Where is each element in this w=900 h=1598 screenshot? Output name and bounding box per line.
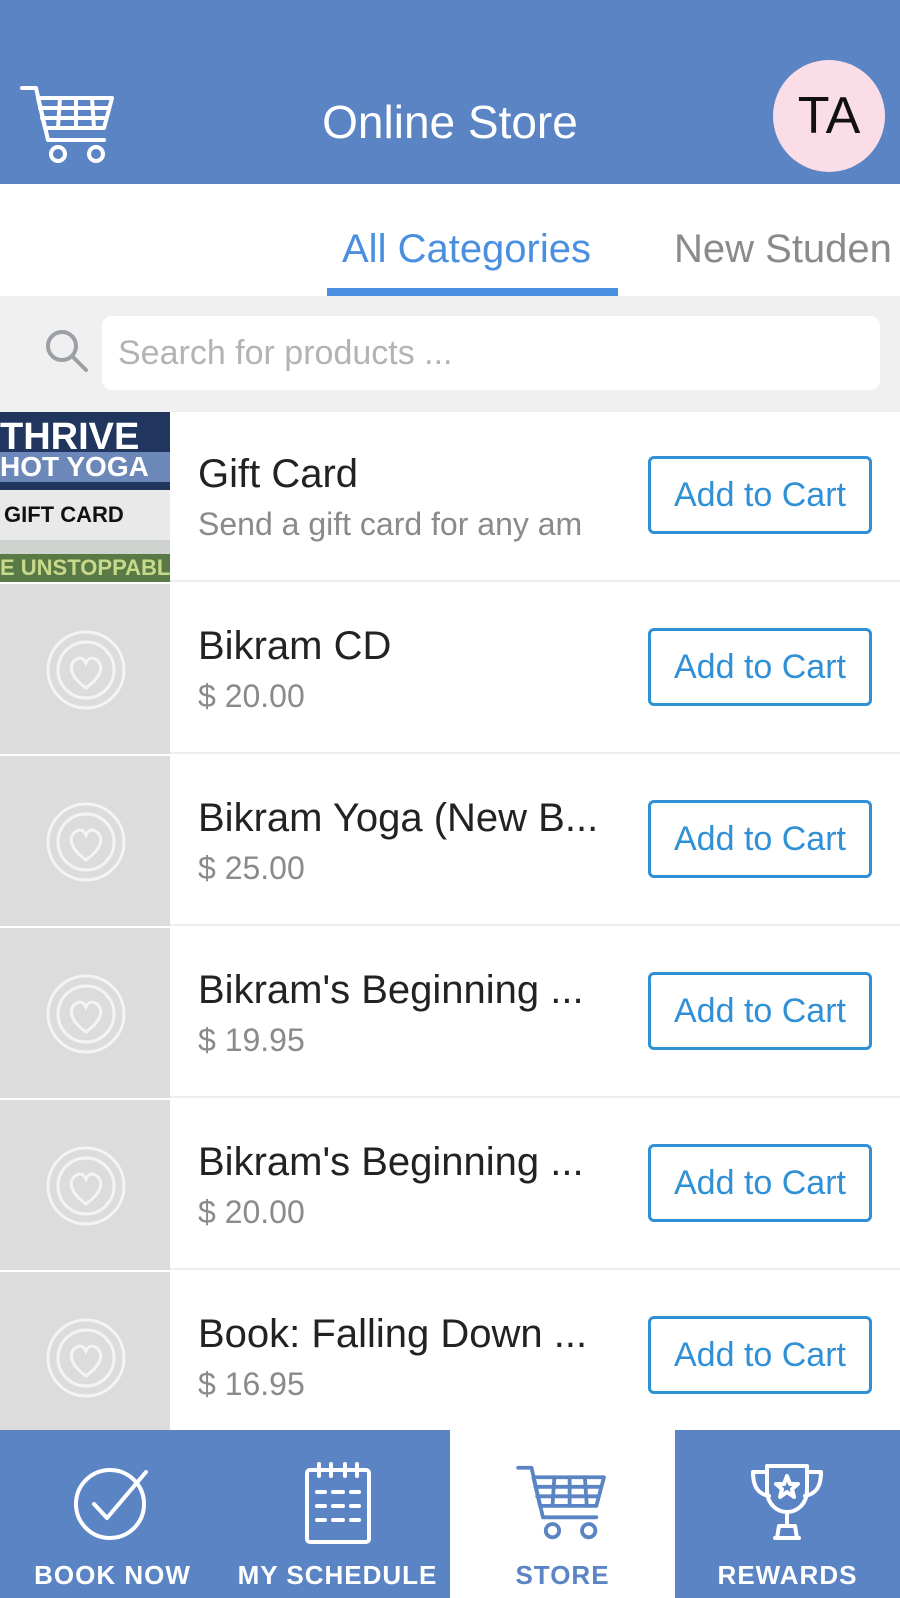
nav-store[interactable]: STORE: [450, 1430, 675, 1598]
app-header: Online Store TA: [0, 0, 900, 184]
product-thumbnail: [0, 584, 170, 754]
product-row-gift-card: THRIVE HOT YOGA GIFT CARD E UNSTOPPABL G…: [0, 412, 900, 582]
nav-label: STORE: [515, 1560, 610, 1590]
page-title: Online Store: [322, 96, 578, 148]
nav-label: MY SCHEDULE: [237, 1560, 438, 1590]
product-title: Bikram Yoga (New B...: [198, 796, 599, 840]
calendar-icon: [305, 1462, 371, 1544]
product-thumbnail: [0, 756, 170, 926]
product-title: Gift Card: [198, 452, 359, 496]
cart-icon: [516, 1465, 606, 1540]
lotus-placeholder-icon: [46, 630, 126, 710]
check-circle-icon: [74, 1468, 148, 1540]
avatar[interactable]: TA: [773, 60, 885, 172]
nav-book-now[interactable]: BOOK NOW: [0, 1430, 225, 1598]
product-price: $ 16.95: [198, 1366, 305, 1402]
product-thumbnail: [0, 928, 170, 1098]
product-row: Book: Falling Down ... $ 16.95 Add to Ca…: [0, 1272, 900, 1430]
search-input[interactable]: Search for products ...: [102, 316, 880, 390]
nav-label: REWARDS: [717, 1560, 858, 1590]
lotus-placeholder-icon: [46, 1318, 126, 1398]
product-price: $ 20.00: [198, 1194, 305, 1230]
product-title: Bikram CD: [198, 624, 392, 668]
product-thumbnail: [0, 1100, 170, 1270]
product-row: Bikram's Beginning ... $ 19.95 Add to Ca…: [0, 928, 900, 1098]
product-title: Bikram's Beginning ...: [198, 968, 584, 1012]
product-thumbnail: [0, 1272, 170, 1430]
gift-card-image: THRIVE HOT YOGA GIFT CARD E UNSTOPPABL: [0, 412, 170, 582]
nav-my-schedule[interactable]: MY SCHEDULE: [225, 1430, 450, 1598]
product-row: Bikram Yoga (New B... $ 25.00 Add to Car…: [0, 756, 900, 926]
search-icon: [42, 326, 94, 378]
category-tabs: All Categories New Studen: [0, 184, 900, 296]
add-to-cart-button[interactable]: Add to Cart: [648, 800, 872, 878]
lotus-placeholder-icon: [46, 1146, 126, 1226]
add-to-cart-button[interactable]: Add to Cart: [648, 456, 872, 534]
active-tab-indicator: [327, 288, 618, 296]
product-title: Book: Falling Down ...: [198, 1312, 588, 1356]
product-price: $ 20.00: [198, 678, 305, 714]
tab-all-categories[interactable]: All Categories: [342, 224, 591, 274]
nav-rewards[interactable]: REWARDS: [675, 1430, 900, 1598]
bottom-nav: BOOK NOW MY SCHEDULE STORE REWARDS: [0, 1430, 900, 1598]
search-bar: Search for products ...: [0, 296, 900, 412]
lotus-placeholder-icon: [46, 974, 126, 1054]
product-row: Bikram CD $ 20.00 Add to Cart: [0, 584, 900, 754]
add-to-cart-button[interactable]: Add to Cart: [648, 1144, 872, 1222]
add-to-cart-button[interactable]: Add to Cart: [648, 628, 872, 706]
nav-label: BOOK NOW: [34, 1560, 191, 1590]
trophy-icon: [751, 1464, 823, 1540]
product-price: $ 25.00: [198, 850, 305, 886]
add-to-cart-button[interactable]: Add to Cart: [648, 972, 872, 1050]
product-row: Bikram's Beginning ... $ 20.00 Add to Ca…: [0, 1100, 900, 1270]
product-title: Bikram's Beginning ...: [198, 1140, 584, 1184]
product-price: $ 19.95: [198, 1022, 305, 1058]
tab-new-students[interactable]: New Studen: [674, 224, 892, 274]
lotus-placeholder-icon: [46, 802, 126, 882]
product-list: THRIVE HOT YOGA GIFT CARD E UNSTOPPABL G…: [0, 412, 900, 1430]
product-description: Send a gift card for any am: [198, 506, 583, 542]
add-to-cart-button[interactable]: Add to Cart: [648, 1316, 872, 1394]
